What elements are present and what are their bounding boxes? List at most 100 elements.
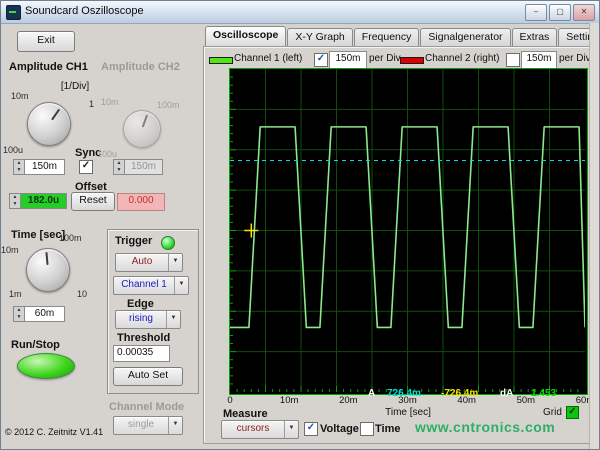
- tab-frequency[interactable]: Frequency: [354, 28, 420, 46]
- time-title: Time [sec]: [11, 229, 65, 241]
- time-checkbox-label: Time: [375, 423, 400, 435]
- app-icon: [6, 5, 21, 20]
- run-stop-label: Run/Stop: [11, 339, 60, 351]
- time-value[interactable]: ▲▼ 60m: [13, 306, 65, 322]
- measure-mode-dropdown[interactable]: cursors ▼: [221, 420, 299, 439]
- copyright-text: © 2012 C. Zeitnitz V1.41: [5, 427, 103, 437]
- x-axis-ticks: 0 10m 20m 30m 40m 50m 60m: [230, 395, 586, 407]
- ch1-scale-100u: 100u: [3, 145, 23, 155]
- trigger-led: [161, 236, 175, 250]
- close-button[interactable]: ✕: [573, 4, 595, 21]
- tab-area: OscilloscopeX-Y GraphFrequencySignalgene…: [203, 23, 589, 450]
- ch2-color-swatch: [400, 57, 424, 64]
- channel-mode-dropdown[interactable]: single ▼: [113, 416, 183, 435]
- trigger-source-dropdown[interactable]: Channel 1 ▼: [113, 276, 189, 295]
- x-tick-20m: 20m: [339, 395, 357, 406]
- offset-ch2-value: 0.000: [117, 193, 165, 211]
- dropdown-arrow-icon[interactable]: ▼: [284, 421, 298, 438]
- tab-signalgenerator[interactable]: Signalgenerator: [420, 28, 510, 46]
- ch1-scale-1: 1: [89, 99, 94, 109]
- scope-grid: [230, 69, 585, 392]
- time-scale-1m: 1m: [9, 289, 22, 299]
- maximize-button[interactable]: ▢: [549, 4, 571, 21]
- dropdown-arrow-icon[interactable]: ▼: [174, 277, 188, 294]
- knob-needle: [142, 115, 148, 128]
- x-tick-30m: 30m: [398, 395, 416, 406]
- amplitude-ch1-title: Amplitude CH1: [9, 61, 88, 73]
- tab-extras[interactable]: Extras: [512, 28, 558, 46]
- x-tick-40m: 40m: [457, 395, 475, 406]
- time-scale-10m: 10m: [1, 245, 19, 255]
- x-axis-label: Time [sec]: [230, 407, 586, 418]
- dropdown-arrow-icon[interactable]: ▼: [168, 254, 182, 271]
- edge-label: Edge: [127, 298, 154, 310]
- dropdown-arrow-icon[interactable]: ▼: [168, 417, 182, 434]
- spinner-arrows-icon[interactable]: ▲▼: [13, 159, 25, 175]
- scope-canvas[interactable]: [230, 69, 585, 392]
- x-tick-60m: 60m: [576, 395, 589, 406]
- ch2-enable-checkbox[interactable]: ✓: [506, 53, 520, 67]
- watermark-text: www.cntronics.com: [415, 419, 555, 435]
- time-knob[interactable]: [26, 248, 70, 292]
- x-tick-0: 0: [227, 395, 232, 406]
- ch2-scale-100m: 100m: [157, 100, 180, 110]
- ch1-per-div-label: per Div: [369, 53, 401, 64]
- window-title: Soundcard Oszilloscope: [25, 5, 144, 17]
- tab-bar: OscilloscopeX-Y GraphFrequencySignalgene…: [205, 27, 589, 46]
- threshold-input[interactable]: 0.00035: [113, 345, 170, 362]
- amplitude-ch2-title: Amplitude CH2: [101, 61, 180, 73]
- channel-mode-label: Channel Mode: [109, 401, 184, 413]
- spinner-arrows-icon[interactable]: ▲▼: [9, 193, 21, 209]
- ch2-legend-label: Channel 2 (right): [425, 53, 499, 64]
- minimize-button[interactable]: –: [525, 4, 547, 21]
- trigger-title: Trigger: [115, 235, 152, 247]
- dropdown-arrow-icon[interactable]: ▼: [166, 311, 180, 328]
- exit-button[interactable]: Exit: [17, 31, 75, 52]
- scope-display[interactable]: A 726.4m -726.4m dA 1.453: [229, 68, 588, 395]
- amplitude-ch1-knob[interactable]: [27, 102, 71, 146]
- amplitude-ch2-value[interactable]: ▲▼ 150m: [113, 159, 163, 175]
- ch1-enable-checkbox[interactable]: ✓: [314, 53, 328, 67]
- ch2-scale-box[interactable]: 150m: [521, 51, 557, 69]
- ch1-legend-label: Channel 1 (left): [234, 53, 302, 64]
- voltage-checkbox[interactable]: ✓: [304, 422, 318, 436]
- app-window: Soundcard Oszilloscope – ▢ ✕ Exit Amplit…: [0, 0, 600, 450]
- time-scale-100m: 100m: [59, 233, 82, 243]
- ch2-scale-100u: 100u: [97, 149, 117, 159]
- grid-label: Grid: [543, 407, 562, 418]
- trigger-edge-dropdown[interactable]: rising ▼: [115, 310, 181, 329]
- amplitude-ch2-knob[interactable]: [123, 110, 161, 148]
- ch1-scale-10m: 10m: [11, 91, 29, 101]
- offset-reset-button[interactable]: Reset: [71, 192, 115, 211]
- ch1-scale-box[interactable]: 150m: [329, 51, 367, 69]
- sync-checkbox[interactable]: ✓: [79, 160, 93, 174]
- window-border-strip: [589, 23, 600, 450]
- x-tick-10m: 10m: [280, 395, 298, 406]
- spinner-arrows-icon[interactable]: ▲▼: [13, 306, 25, 322]
- ch2-scale-10m: 10m: [101, 97, 119, 107]
- threshold-label: Threshold: [117, 332, 170, 344]
- titlebar[interactable]: Soundcard Oszilloscope – ▢ ✕: [1, 1, 599, 24]
- crosshair-cursor[interactable]: [244, 224, 258, 238]
- knob-needle: [51, 109, 60, 121]
- grid-checkbox[interactable]: ✓: [566, 406, 579, 419]
- tab-x-y-graph[interactable]: X-Y Graph: [287, 28, 352, 46]
- run-stop-button[interactable]: [17, 353, 75, 379]
- offset-ch1-value[interactable]: ▲▼ 182.0u: [9, 193, 67, 209]
- trigger-mode-dropdown[interactable]: Auto ▼: [115, 253, 183, 272]
- x-tick-50m: 50m: [517, 395, 535, 406]
- per-div-unit-label: [1/Div]: [51, 81, 99, 92]
- time-scale-10: 10: [77, 289, 87, 299]
- knob-needle: [45, 252, 48, 265]
- measure-label: Measure: [223, 408, 268, 420]
- auto-set-button[interactable]: Auto Set: [113, 367, 183, 386]
- tab-oscilloscope[interactable]: Oscilloscope: [205, 26, 286, 46]
- spinner-arrows-icon[interactable]: ▲▼: [113, 159, 125, 175]
- voltage-label: Voltage: [320, 423, 359, 435]
- left-control-panel: Exit Amplitude CH1 Amplitude CH2 [1/Div]…: [1, 23, 203, 450]
- ch2-per-div-label: per Div: [559, 53, 589, 64]
- time-checkbox[interactable]: ✓: [360, 422, 374, 436]
- tab-settings[interactable]: Settings: [558, 28, 589, 46]
- ch1-color-swatch: [209, 57, 233, 64]
- amplitude-ch1-value[interactable]: ▲▼ 150m: [13, 159, 65, 175]
